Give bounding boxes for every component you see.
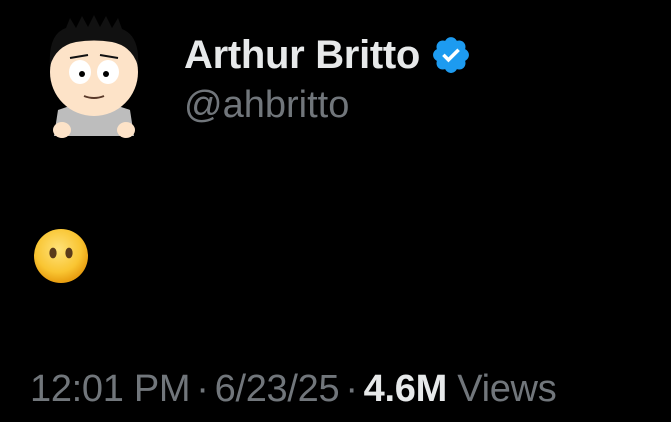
views-count[interactable]: 4.6M <box>364 368 448 410</box>
cartoon-avatar-icon <box>49 15 139 138</box>
views-label[interactable]: Views <box>457 368 556 410</box>
tweet-detail: Arthur Britto @ahbritto 12:01 PM · 6/23/25… <box>0 0 671 422</box>
meta-separator: · <box>345 368 358 410</box>
tweet-date[interactable]: 6/23/25 <box>215 368 340 410</box>
tweet-time[interactable]: 12:01 PM <box>30 368 191 410</box>
tweet-meta: 12:01 PM · 6/23/25 · 4.6M Views <box>30 368 557 410</box>
author-handle[interactable]: @ahbritto <box>184 86 349 124</box>
verified-badge-icon[interactable] <box>430 34 472 76</box>
avatar[interactable] <box>36 12 152 144</box>
face-without-mouth-emoji-icon <box>34 229 88 283</box>
tweet-text <box>32 227 90 285</box>
meta-separator: · <box>196 368 209 410</box>
author-name-row[interactable]: Arthur Britto <box>184 30 472 80</box>
author-display-name[interactable]: Arthur Britto <box>184 35 420 75</box>
